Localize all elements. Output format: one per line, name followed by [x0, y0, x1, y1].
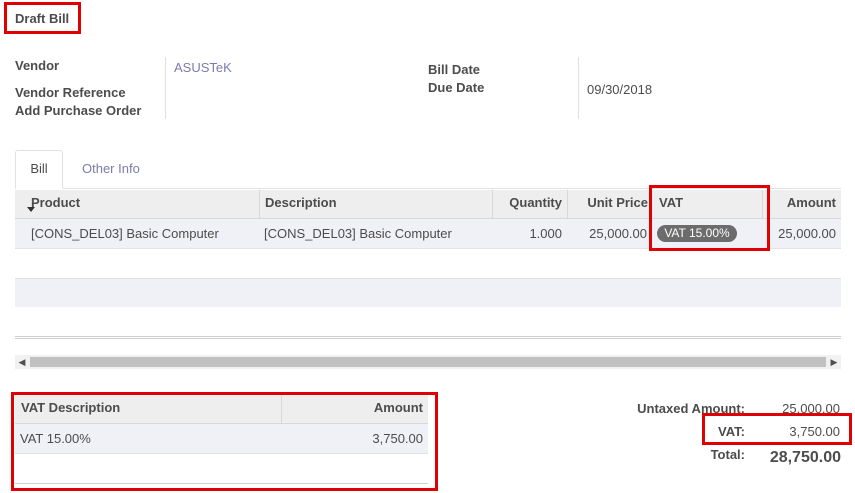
- line-product[interactable]: [CONS_DEL03] Basic Computer: [31, 226, 219, 241]
- vendor-label: Vendor: [15, 58, 60, 73]
- col-amount[interactable]: Amount: [762, 190, 841, 219]
- col-product[interactable]: Product: [29, 190, 259, 219]
- total-value: 28,750.00: [769, 449, 841, 466]
- tab-bill[interactable]: Bill: [15, 150, 63, 189]
- scroll-left-arrow-icon[interactable]: ◀: [15, 355, 29, 369]
- tab-other-info[interactable]: Other Info: [82, 161, 140, 176]
- highlight-title: [4, 2, 81, 34]
- line-unit-price[interactable]: 25,000.00: [567, 226, 647, 241]
- lines-table-footer: [15, 336, 841, 339]
- due-date-field[interactable]: 09/30/2018: [587, 82, 652, 97]
- sort-caret-icon: [27, 207, 35, 212]
- line-quantity[interactable]: 1.000: [492, 226, 562, 241]
- vendor-reference-label: Vendor Reference: [15, 85, 126, 100]
- line-description[interactable]: [CONS_DEL03] Basic Computer: [264, 226, 452, 241]
- table-row-empty: [15, 278, 841, 307]
- divider: [165, 57, 166, 119]
- highlight-vat-total: [702, 413, 852, 445]
- scrollbar-thumb[interactable]: [30, 357, 826, 367]
- col-description[interactable]: Description: [259, 190, 492, 219]
- col-unit-price[interactable]: Unit Price: [567, 190, 648, 219]
- add-purchase-order-label: Add Purchase Order: [15, 103, 142, 118]
- highlight-vat-column: [649, 185, 770, 251]
- due-date-label: Due Date: [428, 80, 485, 95]
- bill-date-label: Bill Date: [428, 62, 481, 77]
- scroll-right-arrow-icon[interactable]: ▶: [827, 355, 841, 369]
- highlight-tax-table: [11, 392, 438, 491]
- col-quantity[interactable]: Quantity: [492, 190, 567, 219]
- vendor-field[interactable]: ASUSTeK: [174, 60, 232, 75]
- divider: [578, 57, 579, 119]
